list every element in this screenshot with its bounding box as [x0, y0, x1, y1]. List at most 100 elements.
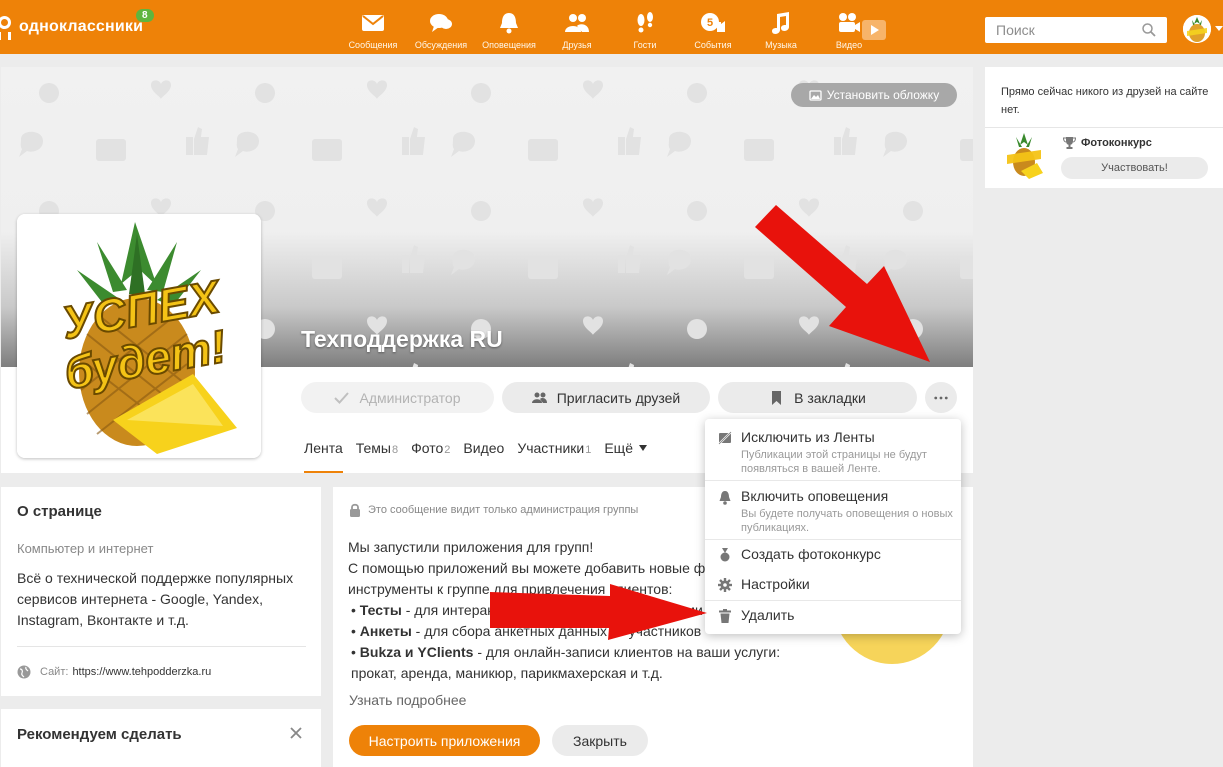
close-icon[interactable] — [289, 726, 303, 740]
hide-feed-icon — [718, 431, 732, 445]
main-nav: Сообщения Обсуждения Оповещения Друзья Г… — [341, 0, 885, 54]
menu-item-settings[interactable]: Настройки — [705, 570, 961, 600]
group-tabs: Лента Темы8 Фото2 Видео Участники1 Ещё — [304, 440, 660, 473]
set-cover-button[interactable]: Установить обложку — [791, 83, 957, 107]
menu-item-sub: Вы будете получать оповещения о новых пу… — [741, 508, 953, 534]
search-field[interactable]: Поиск — [985, 17, 1167, 43]
pineapple-image: УСПЕХ будет! — [17, 214, 261, 458]
menu-item-enable-notifications[interactable]: Включить оповещения Вы будете получать о… — [705, 481, 961, 539]
contest-thumbnail[interactable] — [1003, 133, 1046, 179]
nav-music[interactable]: Музыка — [749, 0, 813, 54]
nav-label: События — [694, 40, 732, 50]
site-url-link[interactable]: https://www.tehpodderzka.ru — [72, 666, 211, 678]
top-bar: одноклассники 8 Сообщения Обсуждения Опо… — [0, 0, 1223, 54]
nav-label: Музыка — [765, 40, 797, 50]
menu-item-label: Исключить из Ленты — [741, 429, 875, 445]
search-icon[interactable] — [1142, 23, 1156, 37]
tab-members[interactable]: Участники1 — [517, 440, 591, 473]
nav-notifications[interactable]: Оповещения — [477, 0, 541, 54]
menu-item-label: Создать фотоконкурс — [741, 546, 881, 562]
notification-badge: 8 — [136, 9, 154, 22]
menu-item-label: Включить оповещения — [741, 488, 889, 504]
recommend-title: Рекомендуем сделать — [17, 726, 182, 743]
gear-icon — [718, 578, 732, 592]
logo[interactable]: одноклассники 8 — [0, 9, 154, 42]
about-description: Всё о технической поддержке популярных с… — [17, 570, 294, 628]
bookmark-icon — [772, 390, 782, 405]
menu-item-create-contest[interactable]: Создать фотоконкурс — [705, 540, 961, 570]
recommend-card: Рекомендуем сделать — [1, 709, 321, 767]
people-icon — [565, 14, 589, 32]
nav-label: Оповещения — [482, 40, 536, 50]
tab-video[interactable]: Видео — [463, 440, 504, 473]
group-title: Техподдержка RU — [301, 326, 503, 352]
administrator-label: Администратор — [359, 389, 461, 406]
menu-item-sub: Публикации этой страницы не будут появля… — [741, 449, 927, 475]
nav-events[interactable]: 5 События — [681, 0, 745, 54]
nav-messages[interactable]: Сообщения — [341, 0, 405, 54]
about-card: О странице Компьютер и интернет Всё о те… — [1, 487, 321, 696]
events-icon: 5 — [701, 13, 725, 32]
about-title: О странице — [17, 503, 102, 520]
more-options-button[interactable] — [925, 382, 957, 413]
friends-online-card: Прямо сейчас никого из друзей на сайте н… — [985, 67, 1223, 188]
bell-icon — [500, 13, 518, 34]
tab-more[interactable]: Ещё — [604, 440, 647, 473]
lock-icon — [350, 503, 360, 517]
trophy-icon — [1063, 137, 1076, 149]
bookmark-button[interactable]: В закладки — [718, 382, 917, 413]
menu-item-exclude-feed[interactable]: Исключить из Ленты Публикации этой стран… — [705, 419, 961, 480]
nav-discussions[interactable]: Обсуждения — [409, 0, 473, 54]
contest-title[interactable]: Фотоконкурс — [1063, 137, 1152, 149]
administrator-button[interactable]: Администратор — [301, 382, 494, 413]
set-cover-label: Установить обложку — [826, 88, 940, 102]
setup-apps-button[interactable]: Настроить приложения — [349, 725, 540, 756]
chevron-down-icon[interactable] — [1215, 26, 1223, 31]
pineapple-avatar-icon — [1183, 15, 1211, 43]
nav-label: Сообщения — [348, 40, 398, 50]
divider — [985, 127, 1223, 128]
tab-feed[interactable]: Лента — [304, 440, 343, 473]
user-avatar[interactable] — [1183, 15, 1211, 43]
chevron-down-icon — [639, 445, 647, 451]
about-category[interactable]: Компьютер и интернет — [17, 541, 153, 556]
admin-only-text: Это сообщение видит только администрация… — [368, 504, 639, 516]
nav-label: Друзья — [562, 40, 592, 50]
nav-label: Обсуждения — [414, 40, 468, 50]
video-play-icon[interactable] — [861, 17, 887, 43]
tab-photos[interactable]: Фото2 — [411, 440, 450, 473]
checkmark-icon — [334, 391, 350, 404]
envelope-icon — [362, 15, 384, 31]
invite-friends-button[interactable]: Пригласить друзей — [502, 382, 710, 413]
video-camera-icon — [839, 13, 860, 32]
more-options-menu: Исключить из Ленты Публикации этой стран… — [705, 419, 961, 634]
nav-guests[interactable]: Гости — [613, 0, 677, 54]
globe-icon — [17, 665, 31, 679]
divider — [17, 646, 306, 647]
invite-friends-label: Пригласить друзей — [556, 389, 681, 406]
footprints-icon — [637, 12, 653, 33]
group-avatar[interactable]: УСПЕХ будет! — [17, 214, 261, 458]
nav-friends[interactable]: Друзья — [545, 0, 609, 54]
image-icon — [809, 89, 822, 101]
admin-only-note: Это сообщение видит только администрация… — [349, 503, 638, 517]
chat-bubbles-icon — [430, 14, 452, 32]
search-placeholder: Поиск — [996, 22, 1035, 38]
participate-button[interactable]: Участвовать! — [1061, 157, 1208, 179]
trash-icon — [719, 609, 731, 623]
ellipsis-icon — [934, 396, 948, 399]
learn-more-link[interactable]: Узнать подробнее — [349, 692, 466, 708]
menu-item-label: Настройки — [741, 576, 810, 592]
contest-title-label: Фотоконкурс — [1081, 137, 1152, 149]
pineapple-thumbnail-icon — [1003, 133, 1046, 179]
friends-online-text: Прямо сейчас никого из друзей на сайте н… — [1001, 86, 1209, 116]
bell-icon — [719, 491, 731, 505]
menu-item-label: Удалить — [741, 607, 795, 623]
tab-topics[interactable]: Темы8 — [356, 440, 398, 473]
site-label: Сайт: — [40, 666, 69, 678]
post-list-item-cont: прокат, аренда, маникюр, парикмахерская … — [351, 665, 663, 681]
post-list-item: • Bukza и YClients - для онлайн-записи к… — [351, 644, 781, 660]
menu-item-delete[interactable]: Удалить — [705, 601, 961, 632]
nav-label: Гости — [633, 40, 657, 50]
close-post-button[interactable]: Закрыть — [552, 725, 648, 756]
